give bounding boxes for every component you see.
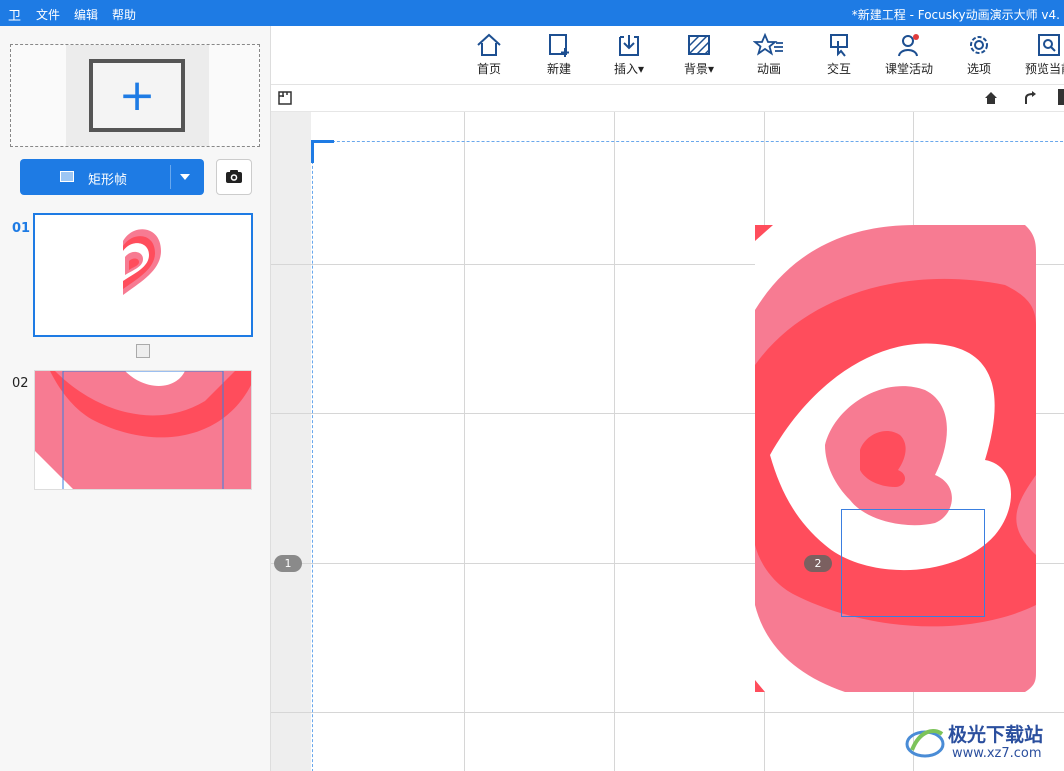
- snapshot-button[interactable]: [216, 159, 252, 195]
- tool-label: 交互: [826, 62, 851, 76]
- frame-marker-1[interactable]: 1: [274, 555, 302, 572]
- tool-new[interactable]: 新建: [524, 32, 594, 77]
- watermark-logo-icon: [905, 729, 945, 758]
- more-icon[interactable]: [1058, 89, 1064, 105]
- rectangle-frame-icon: [60, 171, 74, 182]
- app-logo-icon[interactable]: 卫: [8, 5, 21, 24]
- tool-home[interactable]: 首页: [454, 32, 524, 77]
- tool-options[interactable]: 选项: [944, 32, 1014, 77]
- tool-label: 插入▾: [613, 62, 645, 76]
- tool-classroom-activity[interactable]: 课堂活动: [874, 32, 944, 77]
- title-bar: 卫 文件 编辑 帮助 *新建工程 - Focusky动画演示大师 v4.: [0, 0, 1064, 26]
- slide-panel: + 矩形帧 01 02: [0, 26, 271, 771]
- menu-bar: 文件 编辑 帮助: [36, 6, 136, 23]
- heart-thumbnail-image: [121, 227, 161, 295]
- canvas-subtoolbar: [271, 85, 1064, 112]
- slide-thumbnail-01[interactable]: [33, 213, 253, 337]
- insert-icon: [619, 35, 639, 56]
- new-slide-icon: [549, 34, 569, 57]
- slide-number: 02: [12, 376, 29, 391]
- tool-label: 课堂活动: [884, 62, 933, 76]
- chevron-down-icon[interactable]: [180, 174, 190, 180]
- add-frame-area[interactable]: +: [10, 44, 260, 147]
- frame-marker-2[interactable]: 2: [804, 555, 832, 572]
- slide-number: 01: [12, 221, 31, 236]
- tool-interaction[interactable]: 交互: [804, 32, 874, 77]
- vertical-ruler: [271, 112, 311, 771]
- frame-2-border[interactable]: [841, 509, 985, 617]
- tool-label: 背景▾: [683, 62, 715, 76]
- tool-label: 动画: [756, 62, 781, 76]
- frame-1-corner-handle[interactable]: [311, 140, 334, 163]
- watermark: 极光下载站 www.xz7.com: [902, 718, 1062, 768]
- ruler-icon[interactable]: [278, 91, 292, 105]
- add-frame-button[interactable]: +: [89, 59, 185, 132]
- background-icon: [688, 35, 710, 55]
- tool-background[interactable]: 背景▾: [664, 32, 734, 77]
- home-icon[interactable]: [983, 90, 999, 106]
- main-toolbar: 首页 新建 插入▾ 背景▾ 动画 交互 课堂活动 选项 预览当: [271, 26, 1064, 85]
- camera-icon: [226, 170, 242, 183]
- menu-edit[interactable]: 编辑: [74, 6, 98, 23]
- interaction-icon: [830, 34, 848, 57]
- menu-file[interactable]: 文件: [36, 6, 60, 23]
- watermark-url: www.xz7.com: [952, 746, 1042, 761]
- tool-label: 新建: [546, 62, 571, 76]
- transition-icon[interactable]: [136, 344, 150, 358]
- tool-animation[interactable]: 动画: [734, 32, 804, 77]
- redo-icon[interactable]: [1023, 90, 1039, 106]
- heart-graphic: [755, 225, 1036, 692]
- tool-insert[interactable]: 插入▾: [594, 32, 664, 77]
- rectangle-frame-button[interactable]: 矩形帧: [20, 159, 204, 195]
- menu-help[interactable]: 帮助: [112, 6, 136, 23]
- heart-image[interactable]: [755, 225, 1036, 692]
- heart-closeup-thumbnail-image: [35, 371, 251, 489]
- tool-preview[interactable]: 预览当前: [1014, 32, 1064, 77]
- tool-label: 预览当前: [1024, 62, 1064, 76]
- gear-icon: [970, 36, 988, 54]
- plus-icon: +: [118, 69, 156, 121]
- preview-icon: [1038, 34, 1060, 56]
- editing-canvas[interactable]: 1 2: [271, 112, 1064, 771]
- tool-label: 选项: [966, 62, 991, 76]
- tool-label: 首页: [476, 62, 501, 76]
- home-icon: [477, 33, 501, 56]
- rectangle-frame-label: 矩形帧: [88, 173, 128, 188]
- classroom-activity-icon: [898, 34, 919, 57]
- slide-thumbnail-02[interactable]: [34, 370, 252, 490]
- animation-icon: [753, 32, 783, 56]
- button-divider: [170, 165, 171, 189]
- watermark-title: 极光下载站: [948, 724, 1044, 746]
- add-frame-preview: +: [66, 45, 209, 146]
- window-title: *新建工程 - Focusky动画演示大师 v4.: [851, 8, 1060, 22]
